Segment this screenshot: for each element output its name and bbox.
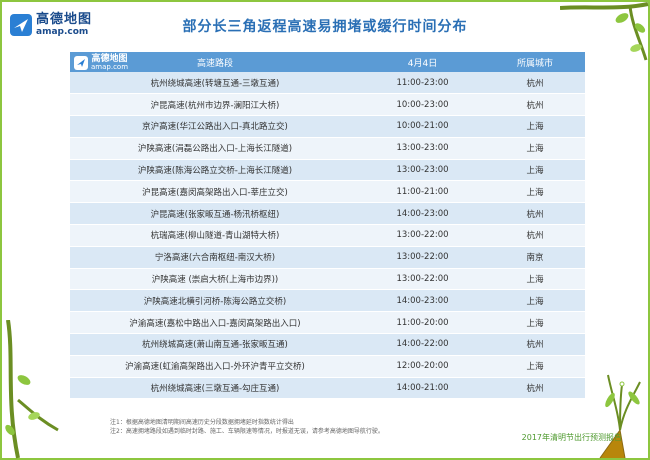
cell-time: 13:00-22:00 bbox=[360, 224, 485, 247]
table-row: 沪陕高速(涓磊公路出入口-上海长江隧道) 13:00-23:00 上海 bbox=[70, 137, 585, 160]
cell-road: 杭州绕城高速(萧山南互通-张家畈互通) bbox=[70, 333, 360, 356]
plant-decoration-bottom-right-icon bbox=[599, 374, 641, 459]
cell-time: 13:00-22:00 bbox=[360, 246, 485, 269]
cell-road: 京沪高速(华江公路出入口-真北路立交) bbox=[70, 115, 360, 138]
cell-city: 杭州 bbox=[485, 224, 585, 247]
cell-time: 10:00-21:00 bbox=[360, 115, 485, 138]
cell-time: 14:00-22:00 bbox=[360, 333, 485, 356]
cell-road: 沪陕高速(涓磊公路出入口-上海长江隧道) bbox=[70, 137, 360, 160]
table-row: 杭州绕城高速(转塘互通-三墩互通) 11:00-23:00 杭州 bbox=[70, 72, 585, 95]
header-date: 4月4日 bbox=[360, 52, 485, 72]
cell-city: 上海 bbox=[485, 115, 585, 138]
cell-road: 沪昆高速(嘉闵高架路出入口-莘庄立交) bbox=[70, 180, 360, 204]
cell-time: 13:00-22:00 bbox=[360, 268, 485, 291]
cell-time: 11:00-23:00 bbox=[360, 72, 485, 95]
cell-city: 上海 bbox=[485, 159, 585, 182]
cell-city: 上海 bbox=[485, 180, 585, 204]
cell-road: 沪昆高速(张家畈互通-杨汛桥枢纽) bbox=[70, 202, 360, 226]
cell-time: 14:00-21:00 bbox=[360, 377, 485, 400]
table-row: 杭州绕城高速(萧山南互通-张家畈互通) 14:00-22:00 杭州 bbox=[70, 333, 585, 356]
cell-city: 杭州 bbox=[485, 72, 585, 95]
amap-logo-small-icon bbox=[74, 56, 88, 70]
table-row: 京沪高速(华江公路出入口-真北路立交) 10:00-21:00 上海 bbox=[70, 115, 585, 138]
table-row: 宁洛高速(六合南枢纽-南汉大桥) 13:00-22:00 南京 bbox=[70, 246, 585, 269]
table-row: 杭州绕城高速(三墩互通-勾庄互通) 14:00-21:00 杭州 bbox=[70, 377, 585, 400]
cell-city: 杭州 bbox=[485, 202, 585, 226]
cell-city: 上海 bbox=[485, 289, 585, 313]
cell-time: 10:00-23:00 bbox=[360, 93, 485, 117]
table-row: 沪昆高速(嘉闵高架路出入口-莘庄立交) 11:00-21:00 上海 bbox=[70, 180, 585, 204]
cell-road: 杭州绕城高速(三墩互通-勾庄互通) bbox=[70, 377, 360, 400]
cell-time: 11:00-21:00 bbox=[360, 180, 485, 204]
cell-time: 13:00-23:00 bbox=[360, 159, 485, 182]
report-footer: 2017年清明节出行预测报告 bbox=[521, 433, 622, 442]
footnotes: 注1：根据高德地图清明期间高速历史分段数据拥堵延时指数统计得出 注2：高速拥堵路… bbox=[110, 418, 384, 436]
table-row: 沪昆高速(张家畈互通-杨汛桥枢纽) 14:00-23:00 杭州 bbox=[70, 202, 585, 226]
table-row: 沪陕高速(陈海公路立交桥-上海长江隧道) 13:00-23:00 上海 bbox=[70, 159, 585, 182]
table-row: 沪渝高速(虹渝高架路出入口-外环沪青平立交桥) 12:00-20:00 上海 bbox=[70, 355, 585, 378]
cell-city: 上海 bbox=[485, 311, 585, 335]
cell-road: 沪陕高速(陈海公路立交桥-上海长江隧道) bbox=[70, 159, 360, 182]
cell-city: 上海 bbox=[485, 355, 585, 378]
cell-road: 杭瑞高速(柳山隧道-青山湖特大桥) bbox=[70, 224, 360, 247]
table-brand-name-en: amap.com bbox=[91, 63, 129, 71]
congestion-table: 高德地图 amap.com 高速路段 4月4日 所属城市 杭州绕城高速(转塘互通… bbox=[70, 52, 585, 400]
table-row: 沪陕高速 (崇启大桥(上海市边界)) 13:00-22:00 上海 bbox=[70, 268, 585, 291]
cell-time: 14:00-23:00 bbox=[360, 289, 485, 313]
cell-road: 沪陕高速北横引河桥-陈海公路立交桥) bbox=[70, 289, 360, 313]
cell-city: 杭州 bbox=[485, 333, 585, 356]
cell-road: 沪陕高速 (崇启大桥(上海市边界)) bbox=[70, 268, 360, 291]
table-row: 沪陕高速北横引河桥-陈海公路立交桥) 14:00-23:00 上海 bbox=[70, 289, 585, 313]
header-road-label: 高速路段 bbox=[196, 58, 233, 69]
cell-city: 杭州 bbox=[485, 377, 585, 400]
cell-time: 11:00-20:00 bbox=[360, 311, 485, 335]
cell-city: 上海 bbox=[485, 137, 585, 160]
cell-road: 沪昆高速(杭州市边界-澜阳江大桥) bbox=[70, 93, 360, 117]
table-brand-logo: 高德地图 amap.com bbox=[74, 55, 128, 71]
cell-time: 12:00-20:00 bbox=[360, 355, 485, 378]
table-row: 沪昆高速(杭州市边界-澜阳江大桥) 10:00-23:00 杭州 bbox=[70, 93, 585, 117]
cell-city: 上海 bbox=[485, 268, 585, 291]
header-road: 高德地图 amap.com 高速路段 bbox=[70, 52, 360, 72]
table-row: 沪渝高速(嘉松中路出入口-嘉闵高架路出入口) 11:00-20:00 上海 bbox=[70, 311, 585, 335]
table-row: 杭瑞高速(柳山隧道-青山湖特大桥) 13:00-22:00 杭州 bbox=[70, 224, 585, 247]
cell-time: 13:00-23:00 bbox=[360, 137, 485, 160]
footnote-1: 注1：根据高德地图清明期间高速历史分段数据拥堵延时指数统计得出 bbox=[110, 419, 294, 426]
vine-decoration-left-icon bbox=[5, 320, 59, 459]
cell-city: 杭州 bbox=[485, 93, 585, 117]
header-city: 所属城市 bbox=[485, 52, 585, 72]
cell-time: 14:00-23:00 bbox=[360, 202, 485, 226]
page-title: 部分长三角返程高速易拥堵或缓行时间分布 bbox=[182, 19, 468, 35]
table-header-row: 高德地图 amap.com 高速路段 4月4日 所属城市 bbox=[70, 52, 585, 72]
cell-road: 沪渝高速(虹渝高架路出入口-外环沪青平立交桥) bbox=[70, 355, 360, 378]
cell-city: 南京 bbox=[485, 246, 585, 269]
cell-road: 宁洛高速(六合南枢纽-南汉大桥) bbox=[70, 246, 360, 269]
footnote-2: 注2：高速拥堵路段如遇到临时封路、施工、车辆限速等情况，时报道无误，请参考高德地… bbox=[110, 428, 384, 435]
cell-road: 沪渝高速(嘉松中路出入口-嘉闵高架路出入口) bbox=[70, 311, 360, 335]
cell-road: 杭州绕城高速(转塘互通-三墩互通) bbox=[70, 72, 360, 95]
